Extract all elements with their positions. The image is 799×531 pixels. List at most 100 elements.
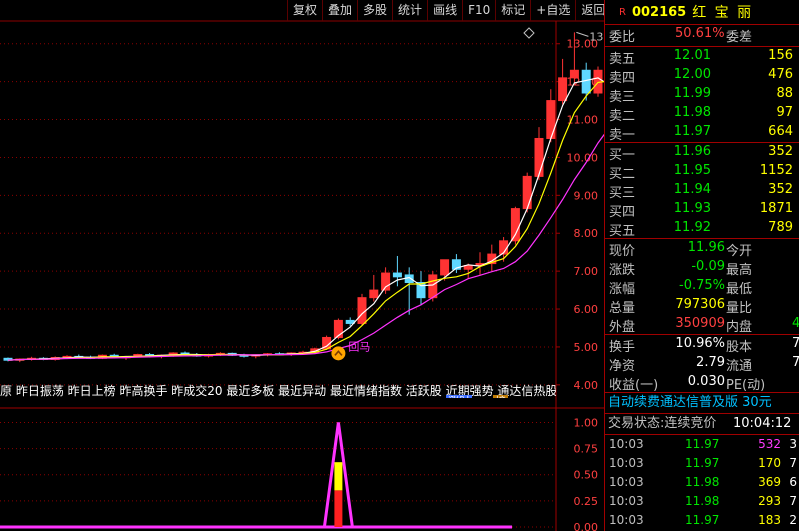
stats2-row-1: 净资 2.79流通 7 xyxy=(605,354,799,374)
candle-body xyxy=(392,272,402,278)
bids-row-3[interactable]: 买四 11.93 1871 xyxy=(605,200,799,220)
toolbar-button-0[interactable]: 复权 xyxy=(287,0,322,21)
tag-bang[interactable]: 榜 xyxy=(493,395,508,398)
tick-row: 10:03 11.98 369 6 xyxy=(605,473,799,492)
asks-row-0[interactable]: 卖五 12.01 156 xyxy=(605,47,799,67)
candle-body xyxy=(510,208,520,242)
price-tick-label: 4.00 xyxy=(574,379,599,392)
asks-label: 卖一 xyxy=(609,128,636,143)
stats-row-2: 涨幅 -0.75% 最低 xyxy=(605,277,799,297)
tick-time: 10:03 xyxy=(609,475,644,489)
chart-area[interactable]: 4.005.006.007.008.009.0010.0011.0012.001… xyxy=(0,0,604,531)
stats-row-3: 总量 797306 量比 xyxy=(605,296,799,316)
stats-value: -0.75% xyxy=(679,278,725,293)
tick-volume: 532 xyxy=(758,437,781,451)
candle-body xyxy=(357,297,367,324)
stats-value: -0.09 xyxy=(691,259,725,274)
tick-volume: 369 xyxy=(758,475,781,489)
bids-row-2[interactable]: 买三 11.94 352 xyxy=(605,181,799,201)
bids-label: 买二 xyxy=(609,167,636,182)
tick-volume: 183 xyxy=(758,513,781,527)
toolbar-button-5[interactable]: F10 xyxy=(462,0,495,21)
price-tick-label: 9.00 xyxy=(574,189,599,202)
bids-volume: 789 xyxy=(768,220,793,235)
tick-volume: 170 xyxy=(758,456,781,470)
stats-label: 现价 xyxy=(609,244,636,259)
stats-label: 涨跌 xyxy=(609,263,636,278)
stats2-label-2: 流通 xyxy=(726,359,753,374)
asks-price: 11.99 xyxy=(673,86,711,101)
tick-row: 10:03 11.98 293 7 xyxy=(605,492,799,511)
asks-row-2[interactable]: 卖三 11.99 88 xyxy=(605,85,799,105)
asks-row-3[interactable]: 卖二 11.98 97 xyxy=(605,104,799,124)
tick-flag: 7 xyxy=(789,456,797,470)
candle-body xyxy=(558,77,568,102)
tag-zhangcai[interactable]: 涨财 xyxy=(446,395,472,398)
toolbar-button-3[interactable]: 统计 xyxy=(392,0,427,21)
stats-label: 外盘 xyxy=(609,320,636,335)
promo-banner[interactable]: 自动续费通达信普及版 30元 xyxy=(605,392,799,413)
candle-body xyxy=(369,289,379,299)
tick-time: 10:03 xyxy=(609,456,644,470)
tick-flag: 2 xyxy=(789,513,797,527)
order-ratio-label: 委比 xyxy=(609,30,636,45)
asks-volume: 664 xyxy=(768,124,793,139)
tick-time: 10:03 xyxy=(609,513,644,527)
bids-row-4[interactable]: 买五 11.92 789 xyxy=(605,219,799,239)
bids-volume: 1152 xyxy=(759,163,793,178)
asks-row-4[interactable]: 卖一 11.97 664 xyxy=(605,123,799,143)
bids-row-0[interactable]: 买一 11.96 352 xyxy=(605,143,799,163)
asks-label: 卖四 xyxy=(609,71,636,86)
toolbar-button-4[interactable]: 画线 xyxy=(427,0,462,21)
toolbar-button-6[interactable]: 标记 xyxy=(495,0,530,21)
signal-marker xyxy=(331,346,346,361)
indicator-bar-red xyxy=(334,490,343,527)
stats2-row-0: 换手 10.96%股本 7 xyxy=(605,335,799,355)
tick-price: 11.98 xyxy=(685,475,720,489)
bid-book: 买一 11.96 352 买二 11.95 1152 买三 11.94 352 买四 11.93 18… xyxy=(605,143,799,239)
trade-state: 交易状态:连续竞价 10:04:12 xyxy=(605,413,799,435)
asks-volume: 476 xyxy=(768,67,793,82)
tick-list[interactable]: 10:03 11.97 532 3 10:03 11.97 170 7 10:03 11.98 36… xyxy=(605,435,799,530)
tick-flag: 7 xyxy=(789,494,797,508)
stats-row-0: 现价 11.96 今开 xyxy=(605,239,799,259)
tick-time: 10:03 xyxy=(609,494,644,508)
stock-name[interactable]: 红 宝 丽 xyxy=(692,2,753,22)
tick-price: 11.98 xyxy=(685,494,720,508)
candle-body xyxy=(534,137,544,177)
bids-label: 买三 xyxy=(609,186,636,201)
asks-label: 卖五 xyxy=(609,52,636,67)
bids-volume: 1871 xyxy=(759,201,793,216)
quote-panel: R 002165 红 宝 丽 委比 50.61% 委差 卖五 12.01 156 卖四… xyxy=(604,0,799,531)
asks-volume: 88 xyxy=(776,86,793,101)
stock-code[interactable]: 002165 xyxy=(632,5,686,20)
stats2-label-2: 股本 xyxy=(726,340,753,355)
stats-value: 350909 xyxy=(675,316,725,331)
candle-body xyxy=(522,175,532,210)
stats-row-1: 涨跌 -0.09 最高 xyxy=(605,258,799,278)
stats2-label: 收益(一) xyxy=(609,378,659,393)
toolbar-button-7[interactable]: +自选 xyxy=(530,0,575,21)
stats-label-2: 最高 xyxy=(726,263,753,278)
tick-flag: 6 xyxy=(789,475,797,489)
tick-price: 11.97 xyxy=(685,437,720,451)
stats-block: 现价 11.96 今开涨跌 -0.09 最高 涨幅 -0.75% 最低 总量 797306 量比外盘… xyxy=(605,239,799,335)
toolbar-button-1[interactable]: 叠加 xyxy=(322,0,357,21)
bids-row-1[interactable]: 买二 11.95 1152 xyxy=(605,162,799,182)
candle-body xyxy=(569,69,579,79)
toolbar-button-2[interactable]: 多股 xyxy=(357,0,392,21)
indicator-bar-yellow xyxy=(334,462,343,491)
bids-label: 买五 xyxy=(609,224,636,239)
asks-label: 卖三 xyxy=(609,90,636,105)
high-pointer xyxy=(576,31,589,37)
tick-flag: 3 xyxy=(789,437,797,451)
asks-price: 12.01 xyxy=(673,48,711,63)
indicator-labels: 原 昨日振荡 昨日上榜 昨高换手 昨成交20 最近多板 最近异动 最近情绪指数 … xyxy=(0,384,556,398)
candle-body xyxy=(416,282,426,299)
stats2-label: 净资 xyxy=(609,359,636,374)
tick-row: 10:03 11.97 532 3 xyxy=(605,435,799,454)
candle-body xyxy=(440,259,450,276)
stats2-value-2: 7 xyxy=(792,355,799,370)
asks-row-1[interactable]: 卖四 12.00 476 xyxy=(605,66,799,86)
bids-price: 11.92 xyxy=(673,220,711,235)
